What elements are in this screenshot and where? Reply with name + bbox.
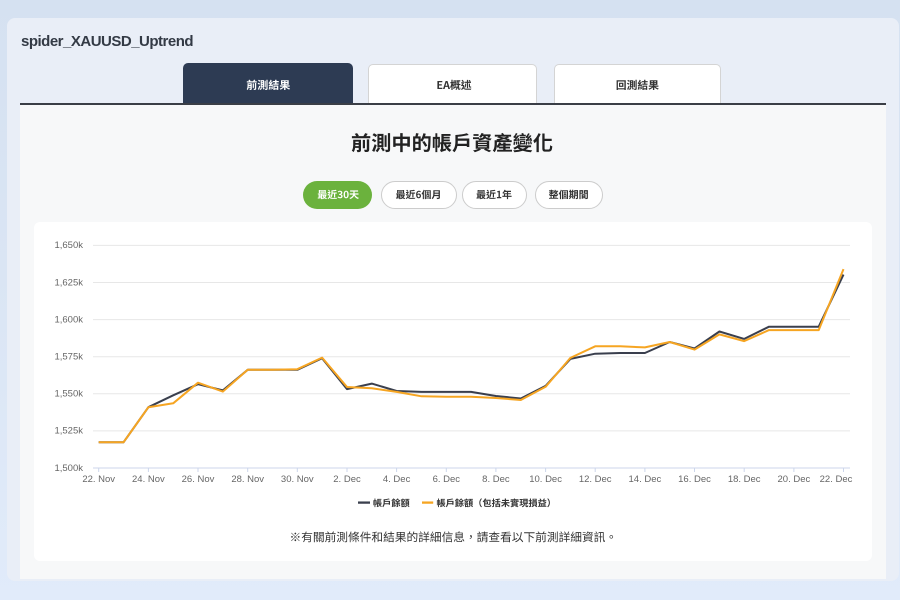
svg-text:8. Dec: 8. Dec <box>482 474 510 485</box>
svg-text:1,575k: 1,575k <box>54 352 83 363</box>
svg-text:24. Nov: 24. Nov <box>132 474 165 485</box>
svg-text:28. Nov: 28. Nov <box>231 474 264 485</box>
svg-text:1,625k: 1,625k <box>54 277 83 288</box>
svg-text:1,550k: 1,550k <box>54 389 83 400</box>
svg-text:14. Dec: 14. Dec <box>629 474 662 485</box>
svg-text:10. Dec: 10. Dec <box>529 474 562 485</box>
svg-text:6. Dec: 6. Dec <box>433 474 461 485</box>
svg-text:1,600k: 1,600k <box>54 314 83 325</box>
svg-text:1,500k: 1,500k <box>54 463 83 474</box>
svg-text:20. Dec: 20. Dec <box>778 474 811 485</box>
svg-text:1,525k: 1,525k <box>54 426 83 437</box>
svg-text:30. Nov: 30. Nov <box>281 474 314 485</box>
svg-text:12. Dec: 12. Dec <box>579 474 612 485</box>
svg-text:1,650k: 1,650k <box>54 240 83 251</box>
svg-text:16. Dec: 16. Dec <box>678 474 711 485</box>
svg-text:4. Dec: 4. Dec <box>383 474 411 485</box>
svg-text:2. Dec: 2. Dec <box>333 474 361 485</box>
svg-text:22. Dec: 22. Dec <box>820 474 853 485</box>
svg-text:18. Dec: 18. Dec <box>728 474 761 485</box>
svg-text:22. Nov: 22. Nov <box>82 474 115 485</box>
svg-text:26. Nov: 26. Nov <box>182 474 215 485</box>
